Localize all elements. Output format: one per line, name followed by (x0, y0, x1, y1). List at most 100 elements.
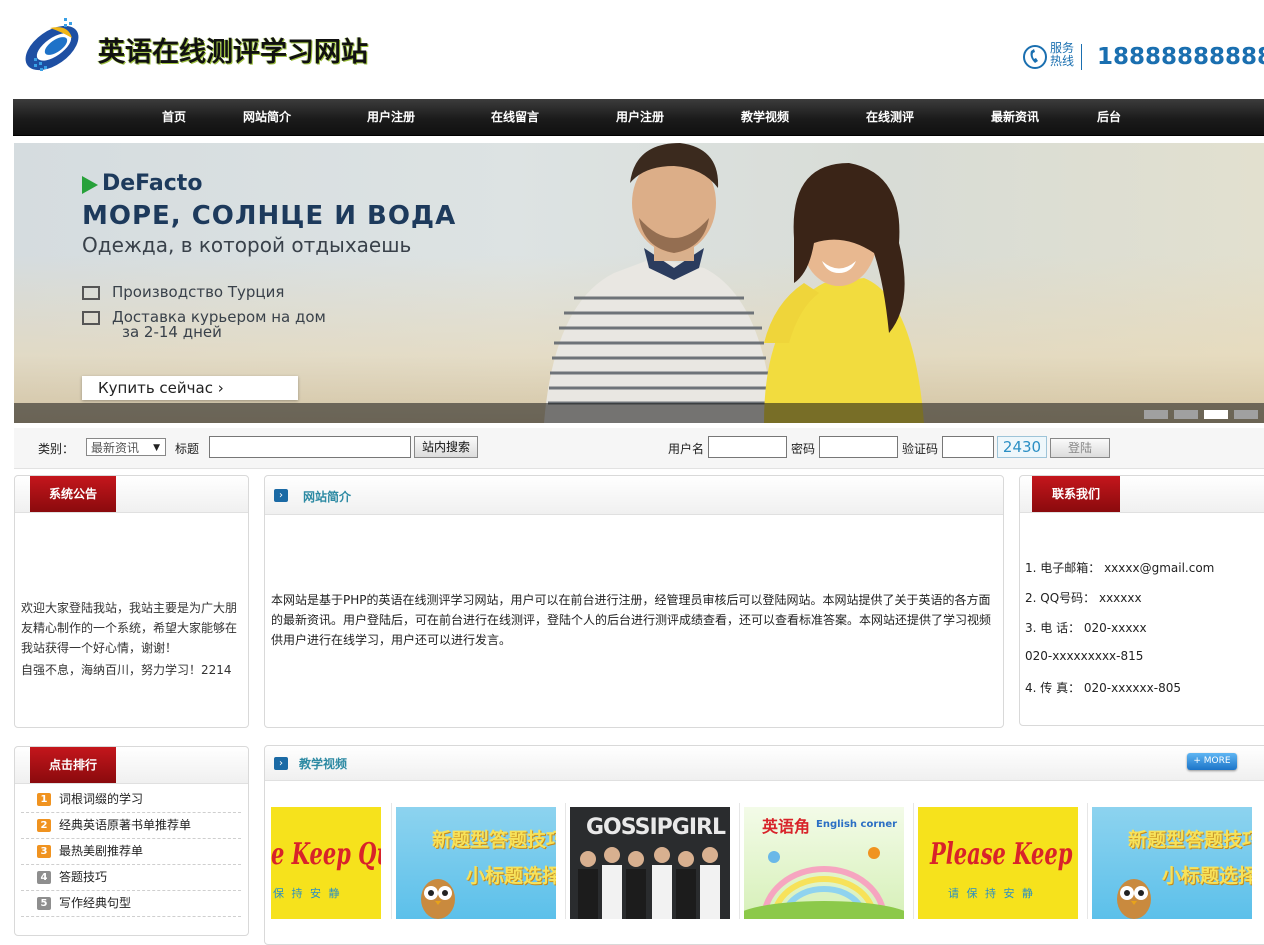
intro-line-3: 供用户进行在线学习，用户还可以进行发言。 (271, 633, 512, 647)
owl-icon (421, 879, 455, 919)
thumbnail-title: 英语角 (762, 817, 811, 836)
ranking-item[interactable]: 5 写作经典句型 (21, 890, 241, 917)
ranking-item-label: 答题技巧 (59, 870, 108, 884)
ranking-item[interactable]: 1 词根词缀的学习 (21, 786, 241, 813)
intro-panel-header (265, 476, 1003, 515)
video-thumbnail[interactable]: 新题型答题技巧 小标题选择 (396, 807, 556, 919)
login-button[interactable]: 登陆 (1050, 438, 1110, 458)
videos-panel-header (265, 746, 1264, 781)
video-thumbnail[interactable]: GOSSIPGIRL (570, 807, 730, 919)
video-card[interactable]: e Keep Quiet 保 持 安 静 (267, 803, 385, 919)
rank-number-badge: 4 (37, 871, 51, 884)
contact-email: 1. 电子邮箱： xxxxx@gmail.com (1025, 561, 1215, 575)
contact-qq: 2. QQ号码： xxxxxx (1025, 591, 1142, 605)
banner-pager-dot-1[interactable] (1144, 410, 1168, 419)
password-input[interactable] (819, 436, 898, 458)
ranking-item-label: 最热美剧推荐单 (59, 844, 144, 858)
main-nav: 首页 网站简介 用户注册 在线留言 用户注册 教学视频 在线测评 最新资讯 后台 (13, 99, 1264, 136)
thumbnail-title: Please Keep Quiet (930, 837, 1078, 872)
nav-item-videos[interactable]: 教学视频 (741, 99, 789, 135)
rank-number-badge: 1 (37, 793, 51, 806)
notice-line-2: 友精心制作的一个系统，希望大家能够在 (21, 621, 238, 635)
banner-pager-dot-2[interactable] (1174, 410, 1198, 419)
notice-panel: 系统公告 欢迎大家登陆我站，我站主要是为广大朋 友精心制作的一个系统，希望大家能… (14, 475, 249, 728)
nav-item-admin[interactable]: 后台 (1097, 99, 1121, 135)
contact-fax: 4. 传 真： 020-xxxxxx-805 (1025, 681, 1181, 695)
video-card[interactable]: GOSSIPGIRL (565, 803, 736, 919)
category-label: 类别： (38, 442, 75, 456)
chevron-right-icon: › (274, 489, 288, 502)
thumbnail-title: 新题型答题技巧 (432, 829, 556, 851)
notice-line-1: 欢迎大家登陆我站，我站主要是为广大朋 (21, 601, 238, 615)
title-search-input[interactable] (209, 436, 411, 458)
rank-number-badge: 5 (37, 897, 51, 910)
thumbnail-subtitle: 保 持 安 静 (273, 887, 342, 900)
username-label: 用户名 (668, 442, 705, 456)
video-thumbnail[interactable]: 新题型答题技巧 小标题选择 (1092, 807, 1252, 919)
captcha-input[interactable] (942, 436, 994, 458)
nav-item-register[interactable]: 用户注册 (367, 99, 415, 135)
thumbnail-subtitle: 请 保 持 安 静 (948, 887, 1035, 900)
video-card[interactable]: 新题型答题技巧 小标题选择 (391, 803, 562, 919)
chevron-down-icon: ▼ (153, 443, 160, 453)
site-search-button[interactable]: 站内搜索 (414, 436, 478, 458)
video-card[interactable]: 新题型答题技巧 小标题选择 (1087, 803, 1258, 919)
search-login-bar: 类别： 最新资讯 ▼ 标题 站内搜索 用户名 密码 验证码 2430 登陆 (14, 428, 1264, 469)
ranking-item[interactable]: 3 最热美剧推荐单 (21, 838, 241, 865)
videos-panel: › 教学视频 + MORE e Keep Quiet 保 持 安 静 新题型答题… (264, 745, 1264, 945)
site-title: 英语在线测评学习网站 (98, 37, 368, 68)
username-input[interactable] (708, 436, 787, 458)
banner-bullet-1-text: Производство Турция (112, 283, 285, 301)
thumbnail-subtitle: English corner (816, 819, 898, 830)
videos-more-button[interactable]: + MORE (1187, 753, 1237, 770)
thumbnail-subtitle: 小标题选择 (466, 865, 556, 887)
contact-panel: 联系我们 1. 电子邮箱： xxxxx@gmail.com 2. QQ号码： x… (1019, 475, 1264, 726)
banner-pager-dot-3[interactable] (1204, 410, 1228, 419)
video-card[interactable]: Please Keep Quiet 请 保 持 安 静 (913, 803, 1084, 919)
captcha-label: 验证码 (902, 442, 939, 456)
nav-item-guestbook[interactable]: 在线留言 (491, 99, 539, 135)
video-thumbnail[interactable]: e Keep Quiet 保 持 安 静 (271, 807, 381, 919)
nav-item-online-test[interactable]: 在线测评 (866, 99, 914, 135)
thumbnail-title: 新题型答题技巧 (1128, 829, 1252, 851)
owl-icon (1117, 879, 1151, 919)
videos-title: 教学视频 (299, 757, 348, 771)
nav-item-register-2[interactable]: 用户注册 (616, 99, 664, 135)
video-card[interactable]: 英语角 English corner (739, 803, 910, 919)
ranking-item[interactable]: 2 经典英语原著书单推荐单 (21, 812, 241, 839)
nav-item-home[interactable]: 首页 (162, 99, 186, 135)
rank-number-badge: 2 (37, 819, 51, 832)
banner-bullet-2-cont: за 2-14 дней (122, 323, 222, 341)
ranking-item[interactable]: 4 答题技巧 (21, 864, 241, 891)
thumbnail-title: e Keep Quiet (271, 837, 381, 872)
site-logo-icon (25, 18, 79, 71)
video-thumbnail[interactable]: 英语角 English corner (744, 807, 904, 919)
notice-line-4: 自强不息，海纳百川，努力学习！2214 (21, 663, 232, 677)
rank-number-badge: 3 (37, 845, 51, 858)
password-label: 密码 (791, 442, 816, 456)
hotline-label-line-2: 热线 (1050, 54, 1075, 68)
checkbox-icon (82, 285, 100, 300)
nav-item-about[interactable]: 网站简介 (243, 99, 291, 135)
ranking-item-label: 写作经典句型 (59, 896, 132, 910)
intro-line-2: 的最新资讯。用户登陆后，可在前台进行在线测评，登陆个人的后台进行测评成绩查看，还… (271, 613, 992, 627)
video-thumbnail[interactable]: Please Keep Quiet 请 保 持 安 静 (918, 807, 1078, 919)
ranking-title: 点击排行 (30, 747, 116, 783)
captcha-image[interactable]: 2430 (997, 436, 1047, 458)
thumbnail-title: GOSSIPGIRL (586, 815, 726, 840)
banner-headline: МОРЕ, СОЛНЦЕ И ВОДА (82, 201, 457, 231)
nav-item-news[interactable]: 最新资讯 (991, 99, 1039, 135)
rainbow-scene-image (744, 847, 904, 919)
category-select[interactable]: 最新资讯 ▼ (86, 438, 166, 456)
banner-pager-dot-4[interactable] (1234, 410, 1258, 419)
notice-title: 系统公告 (30, 476, 116, 512)
ranking-item-label: 经典英语原著书单推荐单 (59, 818, 192, 832)
hero-banner[interactable]: DeFacto МОРЕ, СОЛНЦЕ И ВОДА Одежда, в ко… (14, 143, 1264, 423)
intro-panel: › 网站简介 本网站是基于PHP的英语在线测评学习网站，用户可以在前台进行注册，… (264, 475, 1004, 728)
banner-subline: Одежда, в которой отдыхаешь (82, 233, 412, 257)
cast-photo-image (578, 847, 720, 919)
thumbnail-subtitle: 小标题选择 (1162, 865, 1252, 887)
banner-buy-button[interactable]: Купить сейчас › (82, 376, 298, 400)
hotline-divider (1081, 44, 1082, 70)
contact-phone-2: 020-xxxxxxxxx-815 (1025, 649, 1144, 663)
